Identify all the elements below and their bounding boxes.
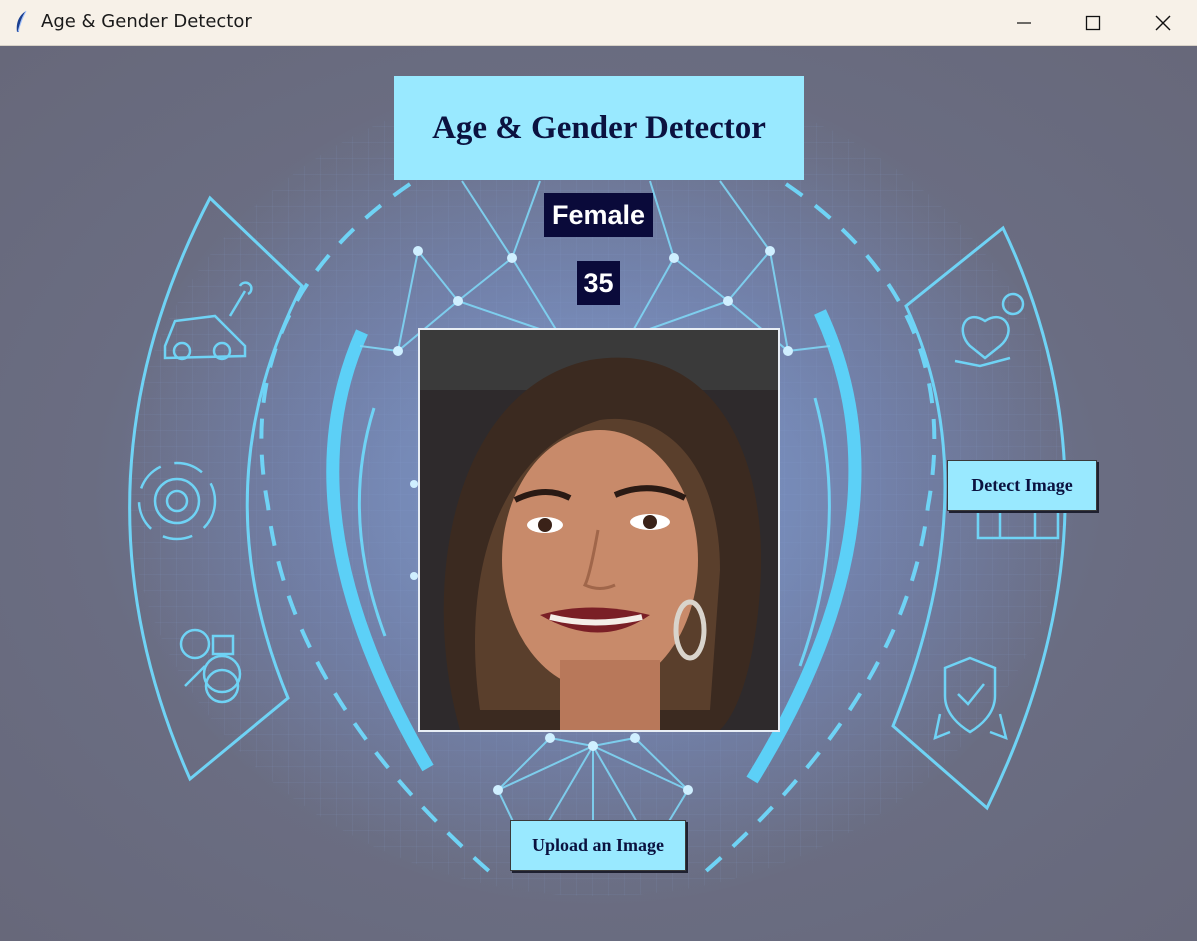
app-canvas: Age & Gender Detector Female 35 Detect I… [0, 46, 1197, 941]
maximize-button[interactable] [1059, 0, 1127, 45]
maximize-icon [1085, 15, 1101, 30]
window-titlebar: Age & Gender Detector [0, 0, 1197, 46]
detect-image-button[interactable]: Detect Image [947, 460, 1097, 511]
page-title: Age & Gender Detector [432, 109, 766, 146]
heading-box: Age & Gender Detector [394, 76, 804, 180]
portrait-image [420, 330, 778, 730]
uploaded-image [418, 328, 780, 732]
feather-icon [16, 10, 27, 33]
minimize-icon [1017, 21, 1031, 24]
close-icon [1155, 15, 1171, 30]
window-title: Age & Gender Detector [41, 11, 252, 32]
upload-image-button[interactable]: Upload an Image [510, 820, 686, 871]
close-button[interactable] [1129, 0, 1197, 45]
minimize-button[interactable] [990, 0, 1058, 45]
age-result: 35 [577, 261, 620, 305]
gender-result: Female [544, 193, 653, 237]
